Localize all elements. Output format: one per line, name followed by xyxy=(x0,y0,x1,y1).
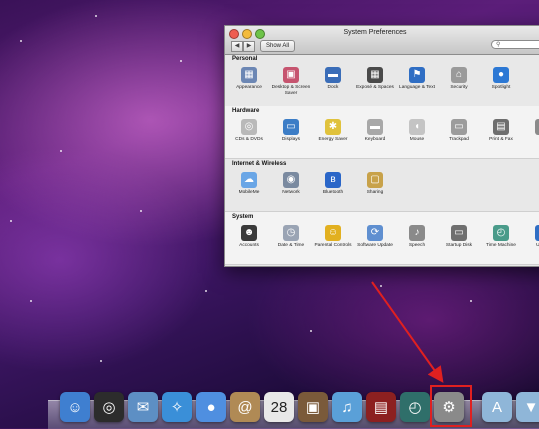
red-arrow xyxy=(371,281,444,383)
